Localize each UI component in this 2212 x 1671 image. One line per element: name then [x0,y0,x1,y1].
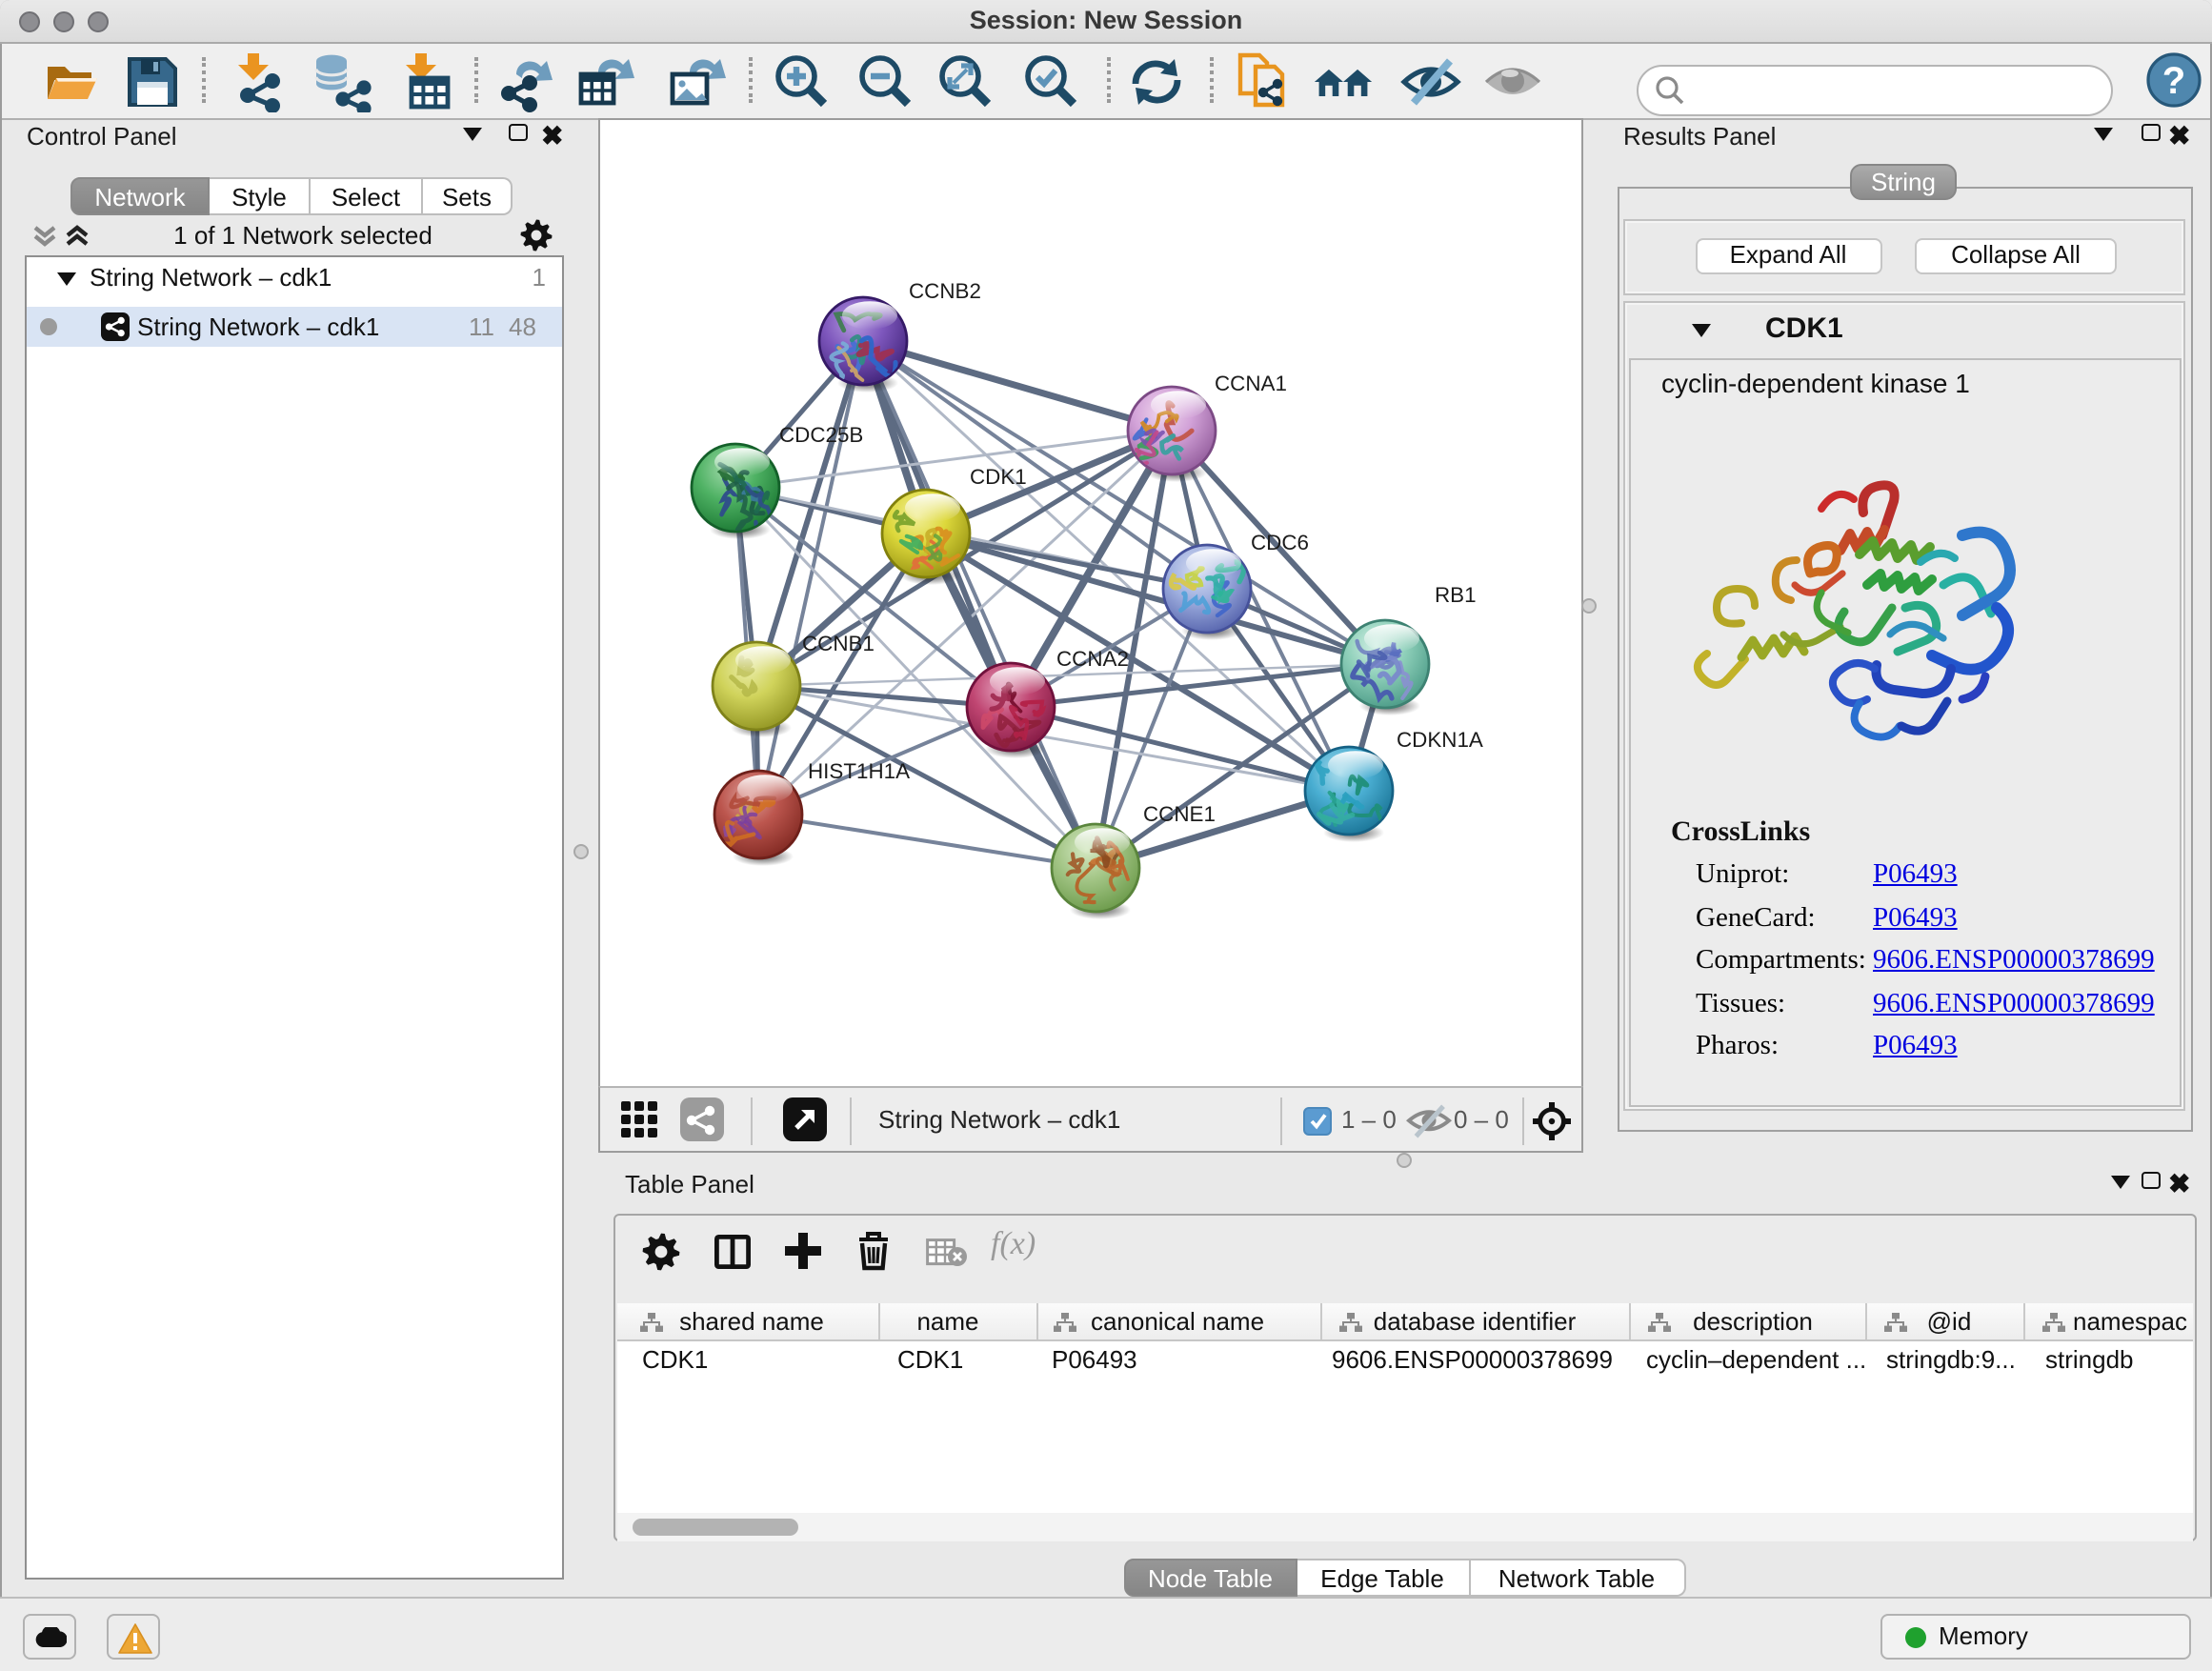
svg-text:CDC6: CDC6 [1251,531,1309,554]
svg-text:CCNA1: CCNA1 [1215,372,1287,395]
svg-text:CDC25B: CDC25B [779,423,863,447]
svg-text:CCNB1: CCNB1 [802,632,875,655]
svg-text:?: ? [2162,60,2185,102]
svg-text:CDK1: CDK1 [970,465,1027,489]
svg-text:CCNE1: CCNE1 [1143,802,1216,826]
svg-text:HIST1H1A: HIST1H1A [808,759,910,783]
svg-text:RB1: RB1 [1435,583,1477,607]
svg-text:CCNA2: CCNA2 [1056,647,1129,671]
svg-text:CDKN1A: CDKN1A [1397,728,1483,752]
svg-text:CCNB2: CCNB2 [909,279,981,303]
